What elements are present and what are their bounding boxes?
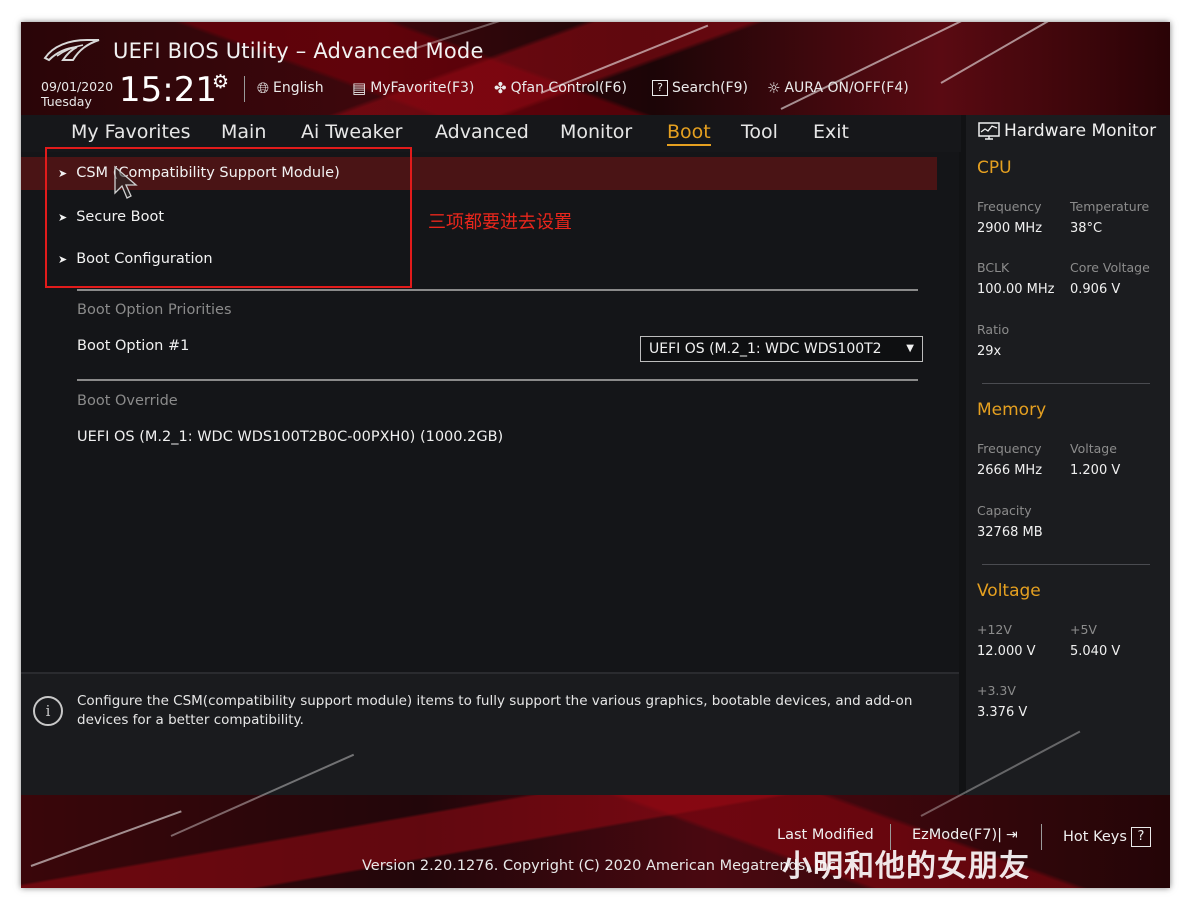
aura-toggle-button[interactable]: ☼ AURA ON/OFF(F4) [767,78,909,98]
rog-logo-icon [43,39,100,62]
monitor-icon [978,122,1000,140]
section-divider [77,289,918,291]
capacity-value: 32768 MB [977,525,1043,540]
qfan-control-button[interactable]: ✤ Qfan Control(F6) [494,78,627,98]
hardware-monitor-label: Hardware Monitor [1004,121,1157,141]
memory-frequency-label: Frequency [977,441,1042,456]
hot-keys-button[interactable]: Hot Keys ? [1063,827,1151,847]
capacity-label: Capacity [977,503,1032,518]
date-display[interactable]: 09/01/2020 Tuesday [41,79,113,109]
help-panel: i Configure the CSM(compatibility suppor… [21,672,959,797]
voltage-section-title: Voltage [977,581,1041,601]
memory-voltage-label: Voltage [1070,441,1117,456]
cpu-frequency-label: Frequency [977,199,1042,214]
search-label: Search(F9) [672,80,748,96]
ratio-value: 29x [977,344,1002,359]
tab-ai-tweaker[interactable]: Ai Tweaker [301,121,402,143]
tab-monitor[interactable]: Monitor [560,121,632,143]
clock-display[interactable]: 15:21 [119,70,217,110]
v12-label: +12V [977,622,1012,637]
cpu-frequency-value: 2900 MHz [977,221,1043,236]
toolbar-separator [244,76,245,102]
bclk-label: BCLK [977,260,1010,275]
hw-divider [982,564,1150,565]
memory-section-title: Memory [977,400,1047,420]
day-text: Tuesday [41,94,92,109]
bios-screen: UEFI BIOS Utility – Advanced Mode 09/01/… [21,22,1170,888]
tab-my-favorites[interactable]: My Favorites [71,121,191,143]
ratio-label: Ratio [977,322,1010,337]
language-button[interactable]: 🌐︎ English [257,78,324,98]
myfavorite-label: MyFavorite(F3) [370,80,475,96]
boot-override-item[interactable]: UEFI OS (M.2_1: WDC WDS100T2B0C-00PXH0) … [77,429,503,445]
help-question-icon: ? [1130,827,1151,847]
copyright-text: Version 2.20.1276. Copyright (C) 2020 Am… [362,858,841,874]
core-voltage-value: 0.906 V [1070,282,1121,297]
boot-option-1-value: UEFI OS (M.2_1: WDC WDS100T2 [649,341,882,357]
tab-exit[interactable]: Exit [813,121,849,143]
core-voltage-label: Core Voltage [1070,260,1150,275]
chevron-down-icon: ▼ [906,343,914,354]
globe-icon: 🌐︎ [257,79,270,97]
v5-value: 5.040 V [1070,644,1121,659]
aura-label: AURA ON/OFF(F4) [784,80,909,96]
footer-separator [1041,824,1042,850]
boot-override-label: Boot Override [77,393,178,409]
cpu-temperature-label: Temperature [1070,199,1150,214]
boot-option-1-select[interactable]: UEFI OS (M.2_1: WDC WDS100T2 ▼ [640,336,923,362]
search-help-icon: ? [652,80,668,96]
watermark: 小明和他的女朋友 [782,849,1030,884]
search-button[interactable]: ? Search(F9) [652,78,748,98]
v33-value: 3.376 V [977,705,1028,720]
memory-voltage-value: 1.200 V [1070,463,1121,478]
v5-label: +5V [1070,622,1097,637]
date-text: 09/01/2020 [41,79,114,94]
myfavorite-button[interactable]: ▤ MyFavorite(F3) [352,78,474,98]
annotation-box [45,147,412,288]
cpu-temperature-value: 38°C [1070,221,1103,236]
fan-icon: ✤ [494,79,507,97]
v12-value: 12.000 V [977,644,1036,659]
help-text: Configure the CSM(compatibility support … [77,693,913,728]
annotation-text: 三项都要进去设置 [428,212,572,233]
aura-light-icon: ☼ [767,79,781,97]
hardware-monitor-title: Hardware Monitor [978,121,1156,141]
tab-main[interactable]: Main [221,121,266,143]
cpu-section-title: CPU [977,158,1012,178]
hw-divider [982,383,1150,384]
tab-boot[interactable]: Boot [667,121,711,146]
hardware-monitor-panel: Hardware Monitor CPU Frequency Temperatu… [966,115,1170,795]
section-divider [77,379,918,381]
v33-label: +3.3V [977,683,1016,698]
gear-icon[interactable]: ⚙ [212,71,229,93]
info-icon: i [33,696,63,726]
hot-keys-label: Hot Keys [1063,829,1127,845]
memory-frequency-value: 2666 MHz [977,463,1043,478]
boot-option-priorities-label: Boot Option Priorities [77,302,232,318]
bclk-value: 100.00 MHz [977,282,1055,297]
favorite-list-icon: ▤ [352,79,367,97]
qfan-label: Qfan Control(F6) [510,80,627,96]
language-label: English [273,80,324,96]
tab-tool[interactable]: Tool [741,121,778,143]
boot-option-1-label: Boot Option #1 [77,338,190,354]
tab-advanced[interactable]: Advanced [435,121,529,143]
app-title: UEFI BIOS Utility – Advanced Mode [113,39,484,63]
